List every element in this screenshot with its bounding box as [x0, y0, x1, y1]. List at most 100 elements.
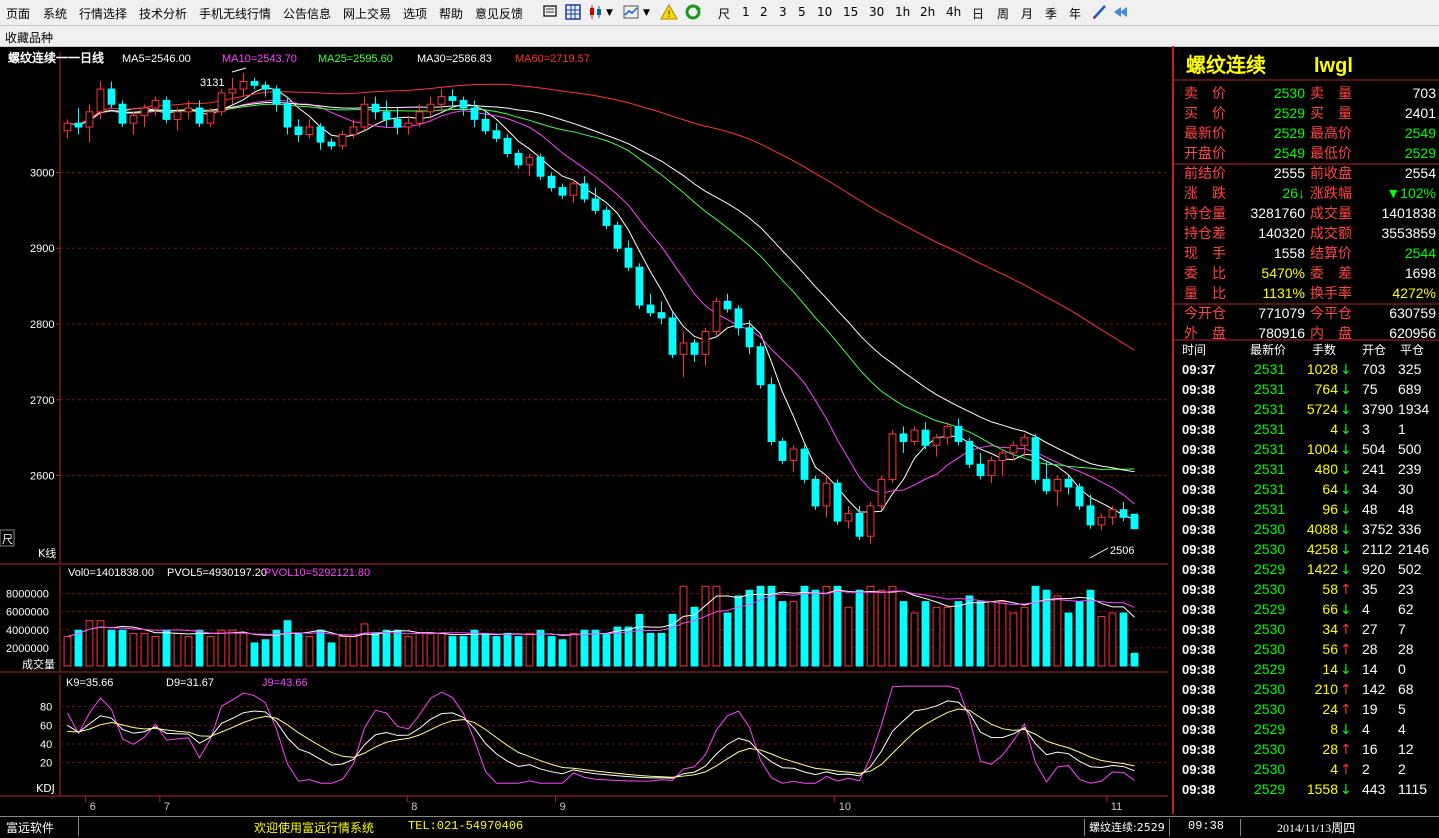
period-1[interactable]: 1: [742, 5, 750, 19]
kline-chart[interactable]: 3000 2900 2800 2700 2600 8000000 6000000 400000…: [0, 46, 1170, 814]
chat-icon[interactable]: [541, 3, 559, 21]
volume-bar: [206, 636, 215, 667]
current-symbol[interactable]: 螺纹连续:2529: [1084, 819, 1170, 836]
menu-options[interactable]: 选项: [403, 5, 427, 22]
tick-time: 09:37: [1182, 362, 1215, 377]
candle-body: [514, 152, 523, 166]
candle-body: [767, 384, 776, 442]
tick-volume: 4258: [1307, 541, 1338, 557]
volume-bar: [954, 601, 963, 667]
candle-body: [569, 183, 578, 196]
tick-open: 2: [1362, 761, 1370, 777]
quote-label: 持仓差: [1184, 226, 1226, 242]
quote-value: 2530: [1274, 85, 1305, 101]
tick-time: 09:38: [1182, 502, 1215, 517]
candle-body: [723, 300, 732, 310]
brand-label: 富远软件: [6, 821, 55, 835]
period-2h[interactable]: 2h: [920, 5, 935, 19]
candle-body: [85, 111, 94, 128]
tick-time: 09:38: [1182, 382, 1215, 397]
candle-body: [976, 463, 985, 477]
up-arrow-icon: ↑: [1340, 682, 1352, 698]
volume-bar: [1119, 612, 1128, 667]
tick-volume: 56: [1322, 641, 1338, 657]
svg-text:!: !: [667, 10, 671, 20]
menu-page[interactable]: 页面: [6, 5, 30, 22]
candle-body: [371, 103, 380, 113]
period-week[interactable]: 周: [997, 5, 1009, 22]
ma60-label: MA60=2719.57: [515, 53, 590, 65]
up-arrow-icon: ↑: [1340, 642, 1352, 658]
quote-value: 2555: [1274, 165, 1305, 181]
tick-time: 09:38: [1182, 462, 1215, 477]
period-day[interactable]: 日: [972, 5, 984, 22]
period-quarter[interactable]: 季: [1045, 5, 1057, 22]
menu-help[interactable]: 帮助: [439, 5, 463, 22]
period-year[interactable]: 年: [1069, 5, 1081, 22]
period-尺[interactable]: 尺: [718, 5, 730, 22]
period-30[interactable]: 30: [869, 5, 884, 19]
volume-bar: [1009, 612, 1018, 667]
tick-volume: 1422: [1307, 561, 1338, 577]
menu-quote-select[interactable]: 行情选择: [79, 5, 127, 22]
quote-label: 买 价: [1184, 106, 1226, 122]
line-chart-icon[interactable]: [622, 3, 640, 21]
period-3[interactable]: 3: [779, 5, 787, 19]
period-10[interactable]: 10: [817, 5, 832, 19]
quote-label: 持仓量: [1184, 206, 1226, 222]
tick-close: 1934: [1398, 401, 1429, 417]
volume-bar: [690, 606, 699, 667]
tick-close: 5: [1398, 701, 1406, 717]
menu-system[interactable]: 系统: [43, 5, 67, 22]
chevron-down-icon[interactable]: ▼: [606, 8, 613, 18]
volume-bar: [998, 601, 1007, 667]
quote-label: 前结价: [1184, 165, 1226, 182]
tick-time: 09:38: [1182, 622, 1215, 637]
candlestick-icon[interactable]: [587, 3, 605, 21]
favorites-label[interactable]: 收藏品种: [5, 29, 53, 46]
draw-pen-icon[interactable]: [1091, 3, 1109, 21]
candle-body: [536, 156, 545, 177]
tick-volume: 480: [1315, 461, 1339, 477]
volume-bar: [745, 589, 754, 667]
menu-feedback[interactable]: 意见反馈: [475, 5, 523, 22]
volume-tick-label: 2000000: [6, 643, 49, 655]
period-15[interactable]: 15: [843, 5, 858, 19]
volume-bar: [1053, 595, 1062, 667]
tick-close: 1115: [1398, 781, 1427, 797]
tick-time: 09:38: [1182, 422, 1215, 437]
period-5[interactable]: 5: [798, 5, 806, 19]
tick-volume: 5724: [1307, 401, 1338, 417]
refresh-icon[interactable]: [684, 3, 702, 21]
candle-body: [822, 482, 831, 507]
chevron-down-icon[interactable]: ▼: [643, 8, 650, 18]
tick-close: 2146: [1398, 541, 1429, 557]
menu-mobile-quote[interactable]: 手机无线行情: [199, 5, 271, 22]
period-1h[interactable]: 1h: [895, 5, 910, 19]
menu-online-trading[interactable]: 网上交易: [343, 5, 391, 22]
tick-open: 35: [1362, 581, 1378, 597]
volume-bar: [250, 642, 259, 667]
low-price-label: 2506: [1110, 545, 1134, 557]
volume-bar: [800, 585, 809, 667]
tick-time: 09:38: [1182, 742, 1215, 757]
menu-tech-analysis[interactable]: 技术分析: [139, 5, 187, 22]
volume-bar: [1108, 612, 1117, 667]
period-2[interactable]: 2: [760, 5, 768, 19]
price-tick-label: 3000: [30, 167, 54, 179]
table-icon[interactable]: [564, 3, 582, 21]
tick-time: 09:38: [1182, 642, 1215, 657]
tick-open: 3790: [1362, 401, 1393, 417]
tick-close: 12: [1398, 741, 1414, 757]
tick-volume: 1558: [1307, 781, 1338, 797]
quote-value: 1698: [1405, 265, 1436, 281]
volume-bar: [833, 585, 842, 667]
period-month[interactable]: 月: [1021, 5, 1033, 22]
tick-close: 239: [1398, 461, 1422, 477]
period-4h[interactable]: 4h: [946, 5, 961, 19]
back-arrow-icon[interactable]: [1112, 3, 1130, 21]
volume-bar: [228, 629, 237, 667]
chart-grid: [0, 52, 1168, 802]
menu-announcements[interactable]: 公告信息: [283, 5, 331, 22]
warning-icon[interactable]: !: [660, 3, 678, 21]
